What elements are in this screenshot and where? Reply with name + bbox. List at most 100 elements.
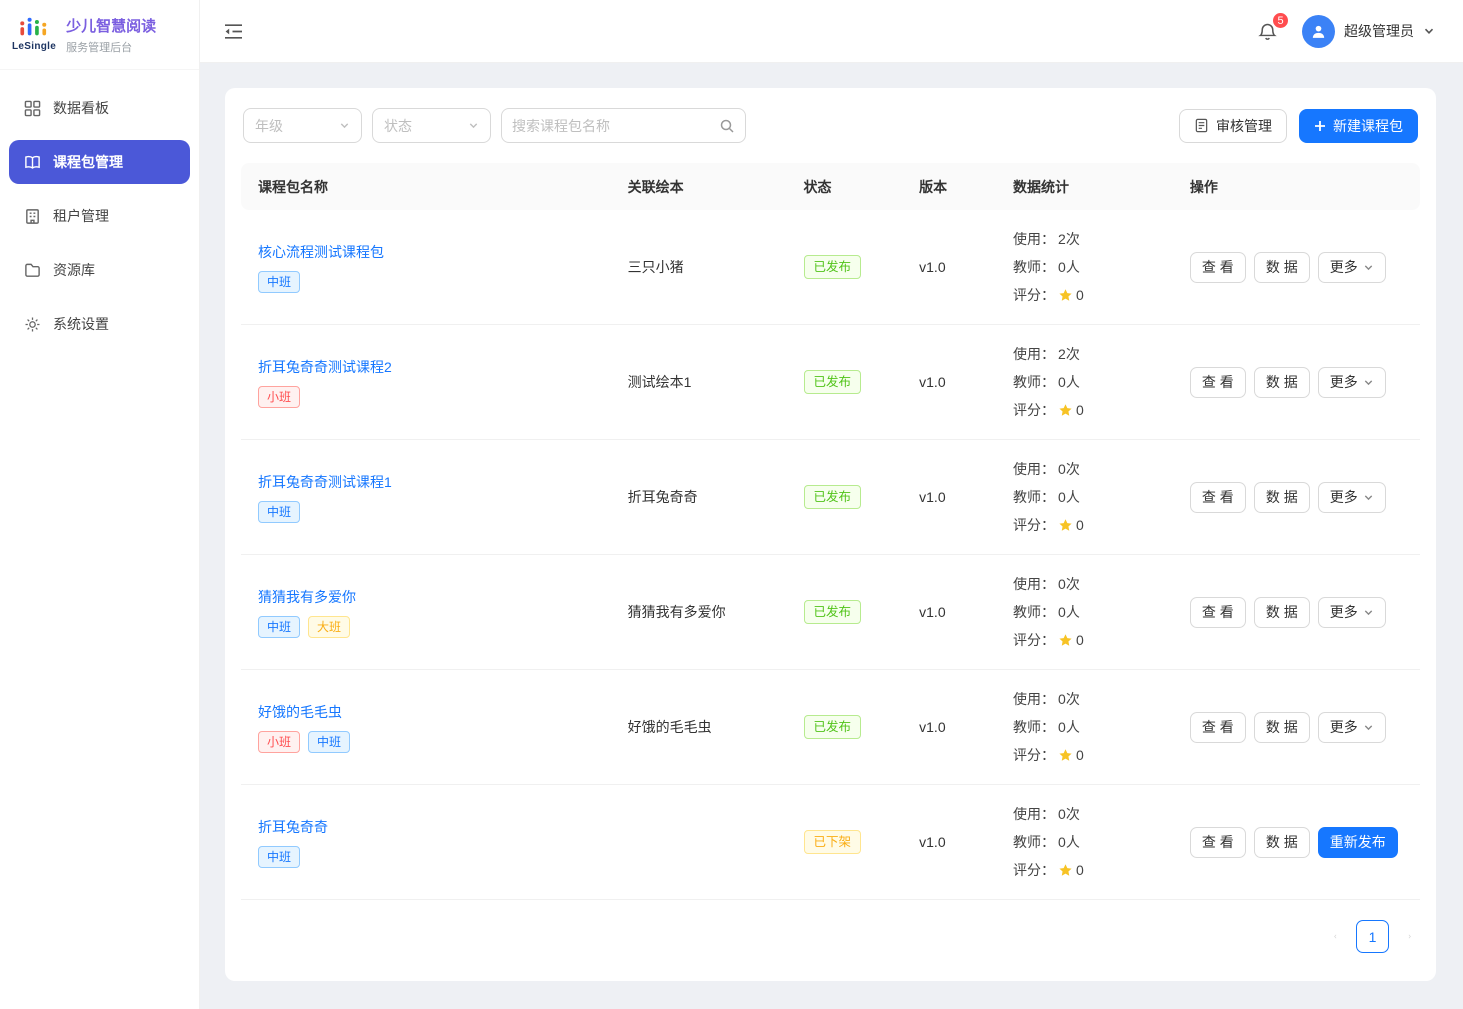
logo-text: 少儿智慧阅读 服务管理后台 [66,15,156,55]
name-cell: 折耳兔奇奇 中班 [241,817,611,868]
top-header: 5 超级管理员 [200,0,1463,63]
package-name-link[interactable]: 好饿的毛毛虫 [258,702,342,722]
usage-stat: 使用：0次 [1013,804,1173,824]
more-button[interactable]: 更多 [1318,482,1386,513]
actions-cell: 查 看 数 据 更多 [1173,482,1420,513]
sidebar-item-course-packages[interactable]: 课程包管理 [9,140,190,184]
rating-value: 0 [1076,632,1084,648]
usage-label: 使用： [1013,689,1055,709]
usage-stat: 使用：0次 [1013,689,1173,709]
pagination-next-icon[interactable] [1403,930,1416,943]
column-header-status: 状态 [787,177,903,197]
rating-value: 0 [1076,517,1084,533]
data-label: 数 据 [1266,602,1298,622]
grade-filter-select[interactable]: 年级 [243,108,362,143]
chevron-down-icon [339,120,350,131]
view-button[interactable]: 查 看 [1190,482,1246,513]
status-badge: 已下架 [804,830,862,854]
usage-label: 使用： [1013,229,1055,249]
sidebar-menu: 数据看板 课程包管理 租户管理 资源库 [0,70,199,362]
star-icon [1058,518,1073,533]
sidebar-item-tenants[interactable]: 租户管理 [9,194,190,238]
avatar [1302,15,1335,48]
rating-stat: 评分：0 [1013,745,1173,765]
notifications-button[interactable]: 5 [1253,17,1282,46]
collapse-sidebar-icon[interactable] [224,23,243,40]
status-cell: 已发布 [787,370,903,394]
usage-stat: 使用：2次 [1013,229,1173,249]
status-badge: 已发布 [804,600,862,624]
more-button[interactable]: 更多 [1318,597,1386,628]
view-button[interactable]: 查 看 [1190,827,1246,858]
rating-label: 评分： [1013,515,1055,535]
more-button[interactable]: 更多 [1318,252,1386,283]
name-cell: 折耳兔奇奇测试课程2 小班 [241,357,611,408]
column-header-version: 版本 [902,177,996,197]
republish-button[interactable]: 重新发布 [1318,827,1398,858]
package-name-link[interactable]: 折耳兔奇奇测试课程1 [258,472,392,492]
user-menu[interactable]: 超级管理员 [1302,15,1435,48]
table-row: 折耳兔奇奇 中班 已下架 v1.0 使用：0次 教师：0人 评分：0 查 看 数… [241,785,1420,900]
rating-stat: 评分： 0 [1013,515,1173,535]
notification-badge: 5 [1272,12,1289,29]
table-row: 好饿的毛毛虫 小班 中班 好饿的毛毛虫 已发布 v1.0 使用：0次 教师：0人… [241,670,1420,785]
package-name-link[interactable]: 猜猜我有多爱你 [258,587,356,607]
teacher-label: 教师： [1013,372,1055,392]
sidebar-item-label: 系统设置 [53,314,109,334]
data-button[interactable]: 数 据 [1254,367,1310,398]
view-button[interactable]: 查 看 [1190,712,1246,743]
grade-tags: 中班 大班 [258,616,611,638]
sidebar-item-dashboard[interactable]: 数据看板 [9,86,190,130]
package-name-link[interactable]: 折耳兔奇奇 [258,817,328,837]
sidebar-item-resources[interactable]: 资源库 [9,248,190,292]
star-icon [1058,633,1073,648]
search-input[interactable] [512,118,719,134]
package-name-link[interactable]: 折耳兔奇奇测试课程2 [258,357,392,377]
data-button[interactable]: 数 据 [1254,712,1310,743]
rating-label: 评分： [1013,860,1055,880]
pagination-page-1[interactable]: 1 [1356,920,1389,953]
usage-label: 使用： [1013,574,1055,594]
data-label: 数 据 [1266,832,1298,852]
actions-cell: 查 看 数 据 更多 [1173,597,1420,628]
user-name: 超级管理员 [1344,21,1414,41]
more-label: 更多 [1330,372,1358,392]
view-button[interactable]: 查 看 [1190,367,1246,398]
view-button[interactable]: 查 看 [1190,252,1246,283]
teacher-value: 0人 [1058,487,1080,507]
version-cell: v1.0 [902,604,996,620]
teacher-stat: 教师：0人 [1013,602,1173,622]
teacher-value: 0人 [1058,832,1080,852]
teacher-value: 0人 [1058,717,1080,737]
column-header-actions: 操作 [1173,177,1420,197]
more-button[interactable]: 更多 [1318,712,1386,743]
table-row: 核心流程测试课程包 中班 三只小猪 已发布 v1.0 使用：2次 教师：0人 评… [241,210,1420,325]
data-button[interactable]: 数 据 [1254,482,1310,513]
create-course-package-button[interactable]: 新建课程包 [1299,109,1418,143]
search-icon[interactable] [719,118,735,134]
usage-value: 0次 [1058,804,1080,824]
more-button[interactable]: 更多 [1318,367,1386,398]
package-name-link[interactable]: 核心流程测试课程包 [258,242,384,262]
sidebar-item-settings[interactable]: 系统设置 [9,302,190,346]
chevron-down-icon [1363,607,1374,618]
usage-label: 使用： [1013,344,1055,364]
grade-tag: 小班 [258,731,300,753]
status-cell: 已发布 [787,255,903,279]
star-icon [1058,863,1073,878]
grade-tag: 中班 [258,501,300,523]
teacher-label: 教师： [1013,832,1055,852]
audit-management-button[interactable]: 审核管理 [1179,109,1287,143]
sidebar-item-label: 课程包管理 [53,152,123,172]
pagination-prev-icon[interactable] [1329,930,1342,943]
stats-cell: 使用：2次 教师：0人 评分：0 [996,344,1173,420]
chevron-down-icon [1363,722,1374,733]
view-button[interactable]: 查 看 [1190,597,1246,628]
user-icon [1310,23,1327,40]
column-header-name: 课程包名称 [241,177,611,197]
book-cell: 折耳兔奇奇 [611,487,787,507]
status-filter-select[interactable]: 状态 [372,108,491,143]
data-button[interactable]: 数 据 [1254,252,1310,283]
data-button[interactable]: 数 据 [1254,827,1310,858]
data-button[interactable]: 数 据 [1254,597,1310,628]
